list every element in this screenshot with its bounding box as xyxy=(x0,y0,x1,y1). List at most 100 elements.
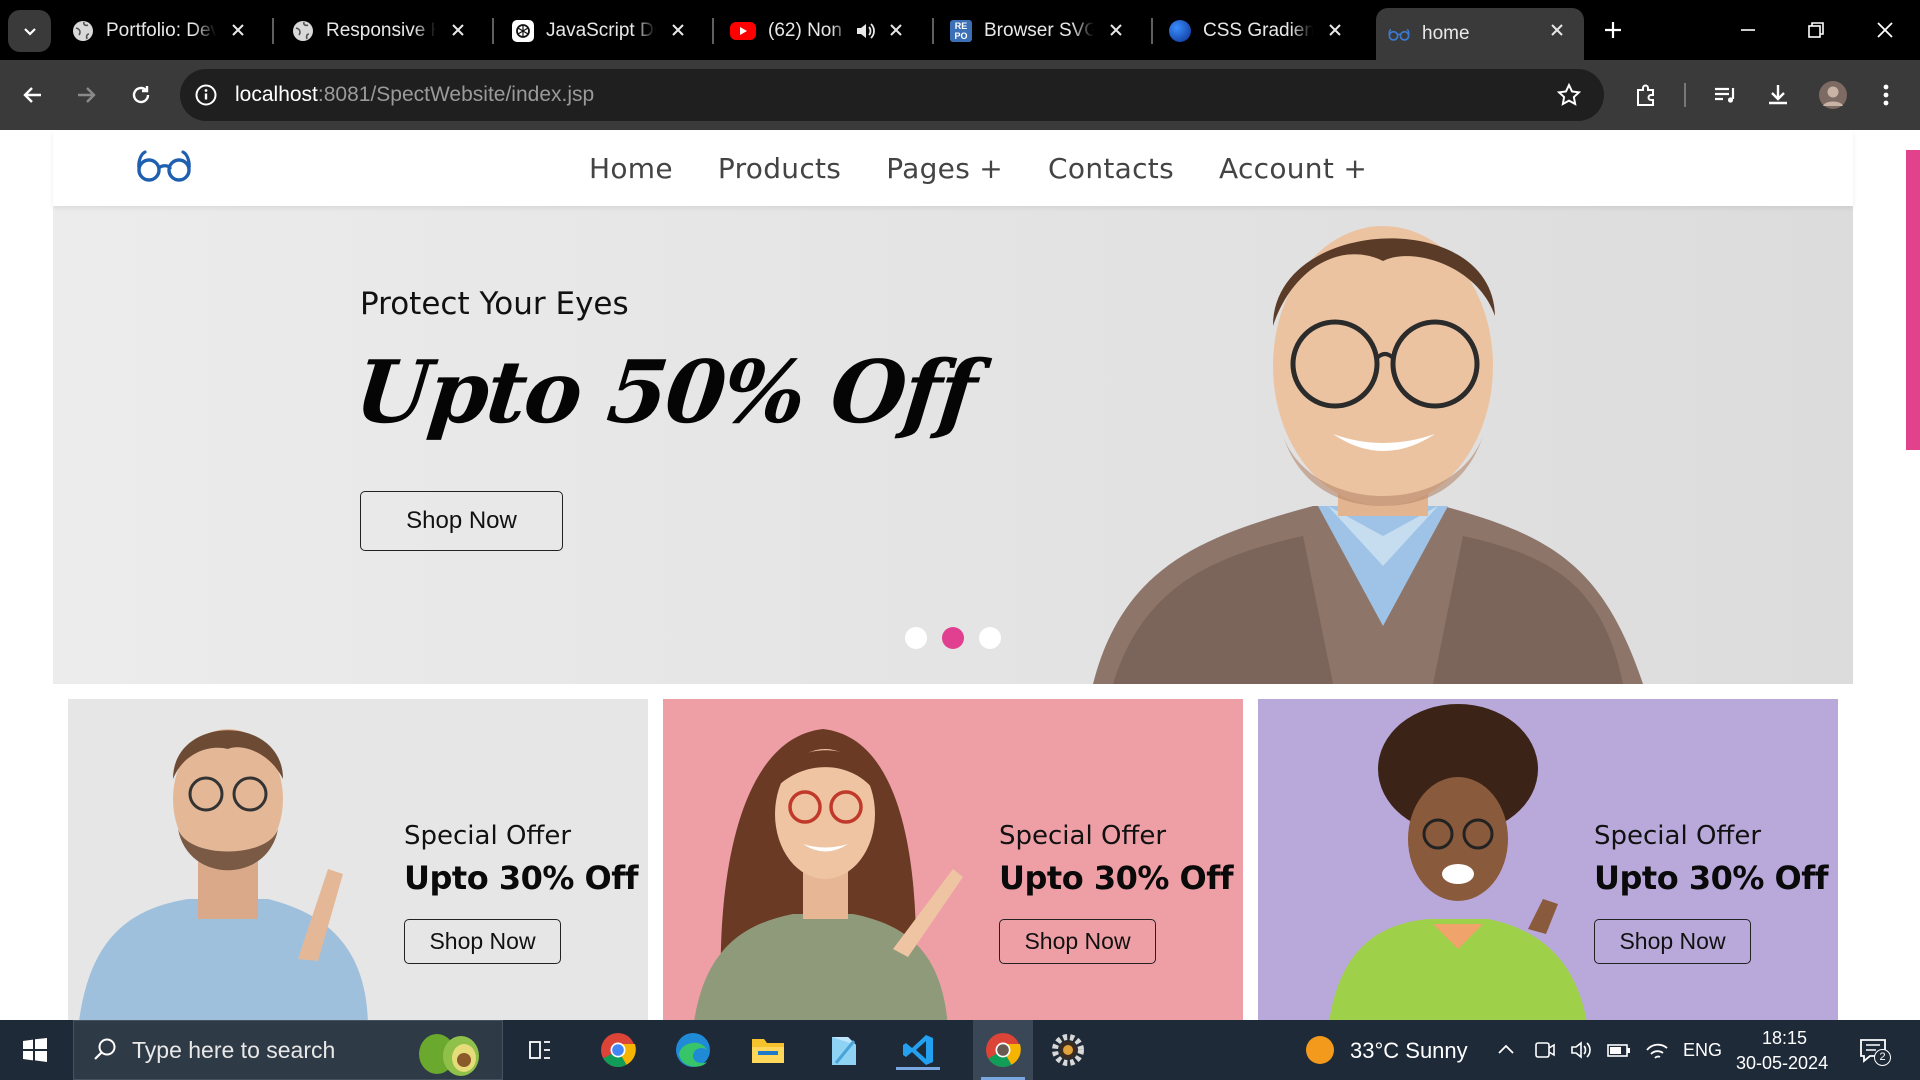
nav-contacts[interactable]: Contacts xyxy=(1048,152,1174,185)
hero-subtitle: Protect Your Eyes xyxy=(360,286,629,322)
glasses-logo-icon[interactable] xyxy=(135,145,195,185)
page-scrollbar-thumb[interactable] xyxy=(1906,150,1920,450)
reload-icon xyxy=(132,86,150,104)
clock-time[interactable]: 18:15 xyxy=(1762,1028,1807,1049)
forward-button[interactable] xyxy=(71,80,101,110)
notification-center-button[interactable]: 2 xyxy=(1858,1035,1891,1066)
browser-menu-button[interactable] xyxy=(1871,80,1901,110)
tab-portfolio[interactable]: Portfolio: Deve xyxy=(60,8,265,54)
tab-css-gradient[interactable]: CSS Gradient - xyxy=(1157,8,1362,54)
language-indicator[interactable]: ENG xyxy=(1683,1040,1722,1061)
close-icon[interactable] xyxy=(669,21,687,39)
puzzle-icon xyxy=(1637,84,1654,106)
tab-separator xyxy=(932,18,934,44)
wifi-icon[interactable] xyxy=(1644,1038,1670,1062)
reload-button[interactable] xyxy=(126,80,156,110)
offer-shop-now-button[interactable]: Shop Now xyxy=(404,919,561,964)
meet-now-icon[interactable] xyxy=(1533,1038,1557,1062)
vscode-icon xyxy=(903,1035,933,1065)
tab-separator xyxy=(272,18,274,44)
close-icon[interactable] xyxy=(1107,21,1125,39)
offer-subtitle: Special Offer xyxy=(999,821,1167,851)
minimize-button[interactable] xyxy=(1733,15,1763,45)
offer-card-2: Special Offer Upto 30% Off Shop Now xyxy=(663,699,1243,1020)
url-text[interactable]: localhost:8081/SpectWebsite/index.jsp xyxy=(235,83,594,107)
battery-icon[interactable] xyxy=(1606,1038,1632,1062)
clock-date[interactable]: 30-05-2024 xyxy=(1736,1053,1828,1074)
taskbar-file-explorer[interactable] xyxy=(748,1030,788,1070)
gear-icon xyxy=(1052,1034,1084,1066)
taskbar-chrome-profile-active[interactable] xyxy=(973,1020,1033,1080)
offer-title: Upto 30% Off xyxy=(404,859,639,897)
hero-shop-now-button[interactable]: Shop Now xyxy=(360,491,563,551)
close-icon[interactable] xyxy=(1326,21,1344,39)
back-button[interactable] xyxy=(18,80,48,110)
playlist-icon xyxy=(1715,87,1735,103)
close-icon[interactable] xyxy=(887,21,905,39)
nav-home[interactable]: Home xyxy=(589,152,673,185)
tab-title: Browser SVG V xyxy=(984,20,1094,41)
volume-icon[interactable] xyxy=(1569,1038,1593,1062)
taskbar-notepad[interactable] xyxy=(823,1030,863,1070)
windows-taskbar: Type here to search 33°C Sunny ENG 18:15… xyxy=(0,1020,1920,1080)
nav-pages[interactable]: Pages + xyxy=(886,152,1003,185)
restore-icon xyxy=(1808,22,1824,38)
edge-icon xyxy=(676,1033,710,1067)
globe-icon xyxy=(292,20,314,42)
tab-youtube[interactable]: (62) Non S xyxy=(718,8,923,54)
weather-text[interactable]: 33°C Sunny xyxy=(1350,1038,1468,1064)
nav-account[interactable]: Account + xyxy=(1219,152,1367,185)
taskbar-edge[interactable] xyxy=(673,1030,713,1070)
speaker-icon[interactable] xyxy=(854,20,876,42)
new-tab-button[interactable] xyxy=(1598,15,1628,45)
start-button[interactable] xyxy=(15,1030,55,1070)
tab-title: JavaScript DO xyxy=(546,20,656,41)
close-icon[interactable] xyxy=(1548,21,1566,39)
offer-shop-now-button[interactable]: Shop Now xyxy=(999,919,1156,964)
taskbar-search-box[interactable]: Type here to search xyxy=(73,1020,503,1080)
taskbar-settings-app[interactable] xyxy=(1048,1030,1088,1070)
glasses-icon xyxy=(1388,23,1410,45)
nav-products[interactable]: Products xyxy=(718,152,841,185)
close-icon[interactable] xyxy=(229,21,247,39)
offer-title: Upto 30% Off xyxy=(1594,859,1829,897)
offer-title: Upto 30% Off xyxy=(999,859,1234,897)
windows-logo-icon xyxy=(23,1038,47,1062)
site-info-icon[interactable] xyxy=(194,83,218,107)
taskbar-chrome[interactable] xyxy=(598,1030,638,1070)
star-icon[interactable] xyxy=(1556,82,1582,108)
offer-shop-now-button[interactable]: Shop Now xyxy=(1594,919,1751,964)
screen: Portfolio: Deve Responsive He JavaScript… xyxy=(0,0,1920,1080)
globe-icon xyxy=(72,20,94,42)
slider-dot-1[interactable] xyxy=(905,627,927,649)
tab-separator xyxy=(492,18,494,44)
hero-model-image xyxy=(1093,226,1643,684)
restore-button[interactable] xyxy=(1801,15,1831,45)
tab-title: (62) Non S xyxy=(768,20,848,41)
close-icon[interactable] xyxy=(449,21,467,39)
profile-avatar[interactable] xyxy=(1818,80,1848,110)
tab-responsive[interactable]: Responsive He xyxy=(280,8,485,54)
address-bar[interactable]: localhost:8081/SpectWebsite/index.jsp xyxy=(180,69,1604,121)
chrome-icon xyxy=(601,1033,636,1067)
task-view-button[interactable] xyxy=(520,1030,560,1070)
slider-dot-3[interactable] xyxy=(979,627,1001,649)
tab-home-active[interactable]: home xyxy=(1376,8,1584,60)
youtube-icon xyxy=(730,22,756,40)
close-window-button[interactable] xyxy=(1870,15,1900,45)
downloads-button[interactable] xyxy=(1763,80,1793,110)
media-control-button[interactable] xyxy=(1710,80,1740,110)
tab-browser-svg[interactable]: REPO Browser SVG V xyxy=(938,8,1143,54)
taskbar-vscode[interactable] xyxy=(896,1030,940,1070)
url-path: :8081/SpectWebsite/index.jsp xyxy=(317,83,595,106)
extensions-button[interactable] xyxy=(1631,80,1661,110)
main-menu: Home Products Pages + Contacts Account + xyxy=(589,152,1367,185)
tab-search-button[interactable] xyxy=(8,10,51,52)
offer-subtitle: Special Offer xyxy=(1594,821,1762,851)
chevron-up-icon[interactable] xyxy=(1496,1040,1516,1060)
weather-widget[interactable] xyxy=(1300,1030,1340,1070)
tab-javascript[interactable]: JavaScript DO xyxy=(500,8,705,54)
kebab-menu-icon xyxy=(1883,84,1889,106)
slider-dot-2-active[interactable] xyxy=(942,627,964,649)
folder-icon xyxy=(752,1039,784,1063)
